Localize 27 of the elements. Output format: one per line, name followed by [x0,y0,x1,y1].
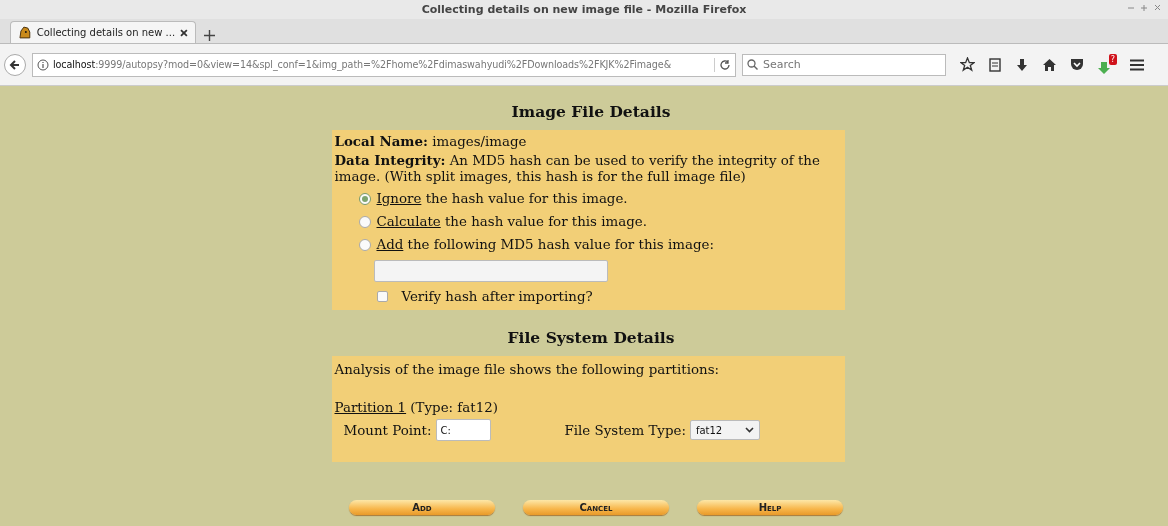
search-field[interactable]: Search [742,53,946,76]
url-text: localhost:9999/autopsy?mod=0&view=14&spl_conf=1&img_path=%2Fhome%2Fdimaswahyudi%2FDownloads%2FKJK%2Fimage& [53,59,672,70]
section-heading: Image File Details [511,102,671,121]
section-heading: File System Details [507,328,675,347]
partition-text: Partition 1 (Type: fat12) [334,400,499,416]
option-label: Calculate the hash value for this image. [376,214,647,229]
file-system-type-label: File System Type: [564,422,686,438]
option-link[interactable]: Add [376,237,404,252]
tab-title: Collecting details on new ... [36,27,176,38]
checkbox-label: Verify hash after importing? [401,288,593,304]
data-integrity-text: Data Integrity: An MD5 hash can be used to verify the integrity of the image. (With split images, this hash is for the full image file) [334,152,821,185]
option-label: Add the following MD5 hash value for this image: [376,237,714,252]
mount-point-field[interactable]: C: [435,419,491,441]
file-system-dropdown[interactable]: fat12 [689,420,760,440]
action-button[interactable]: Add [349,500,495,515]
address-bar[interactable]: localhost:9999/autopsy?mod=0&view=14&spl_conf=1&img_path=%2Fhome%2Fdimaswahyudi%2FDownloads%2FKJK%2Fimage& [32,52,736,77]
mount-point-label: Mount Point: [343,422,432,438]
option-link[interactable]: Calculate [376,214,441,229]
action-button[interactable]: Cancel [523,500,669,515]
window-title: Collecting details on new image file - Mozilla Firefox [421,3,747,16]
option-label: Ignore the hash value for this image. [376,191,628,206]
analysis-text: Analysis of the image file shows the following partitions: [334,362,720,378]
browser-tab[interactable]: Collecting details on new ... [10,21,196,43]
partition-link[interactable]: Partition 1 [334,400,407,415]
action-button[interactable]: Help [697,500,843,515]
option-link[interactable]: Ignore [376,191,422,206]
local-name-text: Local Name: images/image [334,133,528,150]
